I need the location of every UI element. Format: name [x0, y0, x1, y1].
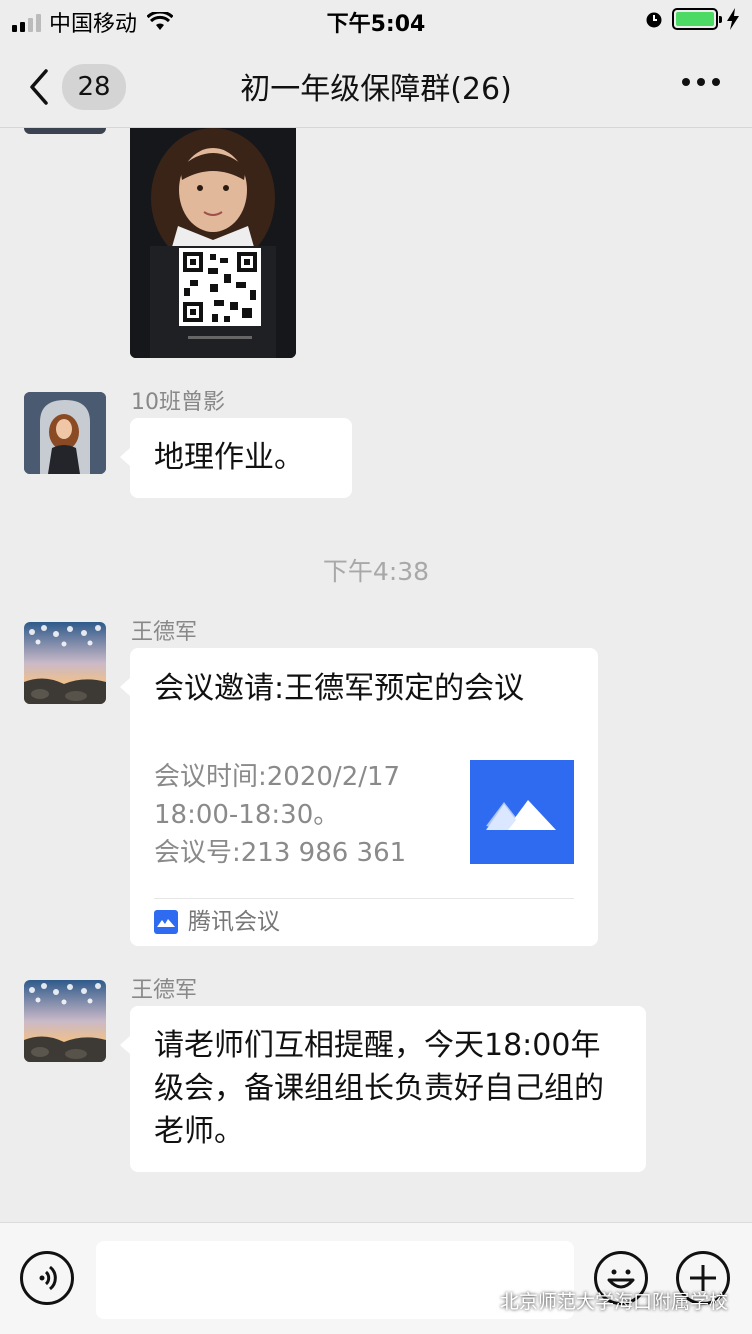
message-text: 地理作业。: [154, 440, 304, 475]
message-bubble[interactable]: 地理作业。: [120, 418, 352, 498]
battery-icon: [672, 8, 722, 30]
avatar-landscape-graphic: [24, 622, 106, 704]
chat-area[interactable]: 10班曾影 地理作业。 下午4:38 王德军 会议邀请:王德军预定的会议 会议时…: [0, 128, 752, 1222]
card-divider: [154, 898, 574, 899]
sender-name: 10班曾影: [131, 390, 225, 415]
status-time: 下午5:04: [326, 12, 426, 37]
status-bar: 中国移动 下午5:04: [0, 0, 752, 42]
alarm-icon: [646, 12, 662, 28]
sender-name: 王德军: [131, 978, 198, 1003]
time-separator: 下午4:38: [322, 557, 430, 586]
meeting-time-range: 18:00-18:30。: [154, 800, 340, 830]
input-bar: 北京师范大学海口附属学校: [0, 1222, 752, 1334]
avatar[interactable]: [24, 980, 106, 1062]
portrait-graphic: [130, 128, 296, 358]
status-right: [644, 8, 740, 30]
chat-title: 初一年级保障群(26): [240, 72, 512, 107]
chat-header: 28 初一年级保障群(26): [0, 42, 752, 128]
message-text: 请老师们互相提醒，今天18:00年级会，备课组组长负责好自己组的老师。: [154, 1028, 604, 1149]
meeting-invite-card[interactable]: 会议邀请:王德军预定的会议 会议时间:2020/2/17 18:00-18:30…: [120, 648, 598, 946]
meeting-source-label: 腾讯会议: [188, 909, 280, 935]
watermark-text: 北京师范大学海口附属学校: [499, 1291, 728, 1313]
wechat-icon: [468, 1290, 494, 1310]
shared-poster-image[interactable]: [130, 128, 296, 358]
avatar-portrait-graphic: [24, 392, 106, 474]
avatar[interactable]: [24, 392, 106, 474]
meeting-card-title: 会议邀请:王德军预定的会议: [154, 671, 525, 706]
meeting-time-label: 会议时间:2020/2/17: [154, 762, 401, 792]
avatar[interactable]: [24, 128, 106, 134]
sender-name: 王德军: [131, 620, 198, 645]
message-bubble[interactable]: 请老师们互相提醒，今天18:00年级会，备课组组长负责好自己组的老师。: [120, 1006, 646, 1172]
meeting-id-label: 会议号:213 986 361: [154, 838, 407, 868]
tencent-meeting-source-icon: [154, 910, 178, 934]
voice-icon[interactable]: [20, 1251, 74, 1305]
avatar[interactable]: [24, 622, 106, 704]
watermark: 北京师范大学海口附属学校: [468, 1287, 728, 1314]
more-icon[interactable]: [682, 78, 720, 86]
avatar-landscape-graphic: [24, 980, 106, 1062]
charging-icon: [727, 8, 739, 30]
tencent-meeting-icon: [470, 760, 574, 864]
